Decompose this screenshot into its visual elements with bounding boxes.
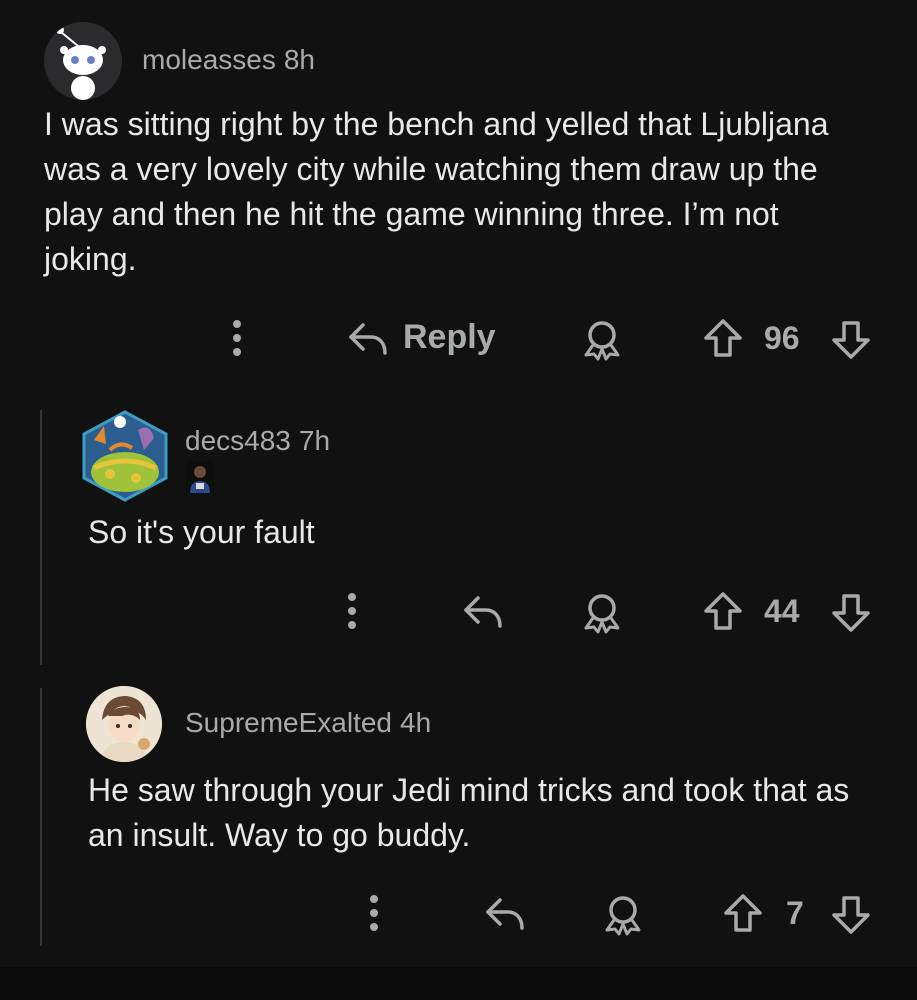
comment-actions: 44 — [0, 586, 917, 636]
anime-avatar-icon — [86, 686, 162, 762]
bottom-bar — [0, 967, 917, 1000]
reply-arrow-icon — [349, 323, 387, 355]
avatar[interactable] — [80, 410, 170, 502]
downvote-button[interactable] — [830, 319, 872, 361]
downvote-button[interactable] — [830, 894, 872, 936]
award-button[interactable] — [580, 592, 624, 634]
comment-meta: decs483 7h — [185, 425, 330, 457]
more-options-button[interactable] — [226, 313, 248, 363]
timestamp: 4h — [400, 707, 432, 738]
user-flair — [186, 461, 214, 493]
reply-button[interactable] — [460, 590, 504, 630]
vote-score: 44 — [764, 592, 800, 629]
reply-button[interactable] — [482, 892, 526, 932]
reply-label: Reply — [403, 317, 496, 356]
more-options-icon — [233, 320, 241, 356]
username[interactable]: SupremeExalted — [185, 707, 392, 738]
more-options-button[interactable] — [363, 888, 385, 938]
comment-actions: Reply 96 — [0, 313, 917, 363]
reply-arrow-icon — [486, 898, 524, 930]
upvote-button[interactable] — [702, 317, 744, 359]
reply-button[interactable]: Reply — [345, 317, 496, 357]
comment-body: He saw through your Jedi mind tricks and… — [88, 772, 850, 853]
upvote-icon — [724, 894, 762, 932]
downvote-icon — [832, 896, 870, 934]
vote-score: 7 — [786, 894, 804, 931]
more-options-icon — [348, 593, 356, 629]
downvote-icon — [832, 594, 870, 632]
upvote-icon — [704, 592, 742, 630]
comment-body: I was sitting right by the bench and yel… — [44, 106, 829, 277]
more-options-icon — [370, 895, 378, 931]
timestamp: 8h — [283, 44, 315, 75]
flair-player-icon — [186, 461, 214, 493]
username[interactable]: moleasses — [142, 44, 276, 75]
more-options-button[interactable] — [341, 586, 363, 636]
downvote-icon — [832, 321, 870, 359]
upvote-button[interactable] — [722, 892, 764, 934]
award-icon — [605, 896, 641, 936]
upvote-button[interactable] — [702, 590, 744, 632]
comment-meta: SupremeExalted 4h — [185, 707, 431, 739]
vote-score: 96 — [764, 319, 800, 356]
comment-body: So it's your fault — [88, 514, 315, 550]
avatar[interactable] — [86, 686, 162, 762]
award-button[interactable] — [601, 894, 645, 936]
award-icon — [584, 321, 620, 361]
timestamp: 7h — [298, 425, 331, 456]
custom-avatar-icon — [82, 410, 168, 502]
avatar[interactable] — [44, 22, 122, 100]
snoo-avatar-icon — [44, 22, 122, 100]
comment-actions: 7 — [0, 888, 917, 938]
comment-meta: moleasses 8h — [142, 44, 315, 76]
upvote-icon — [704, 319, 742, 357]
award-button[interactable] — [580, 319, 624, 361]
downvote-button[interactable] — [830, 592, 872, 634]
username[interactable]: decs483 — [185, 425, 291, 456]
reply-arrow-icon — [464, 596, 502, 628]
award-icon — [584, 594, 620, 634]
